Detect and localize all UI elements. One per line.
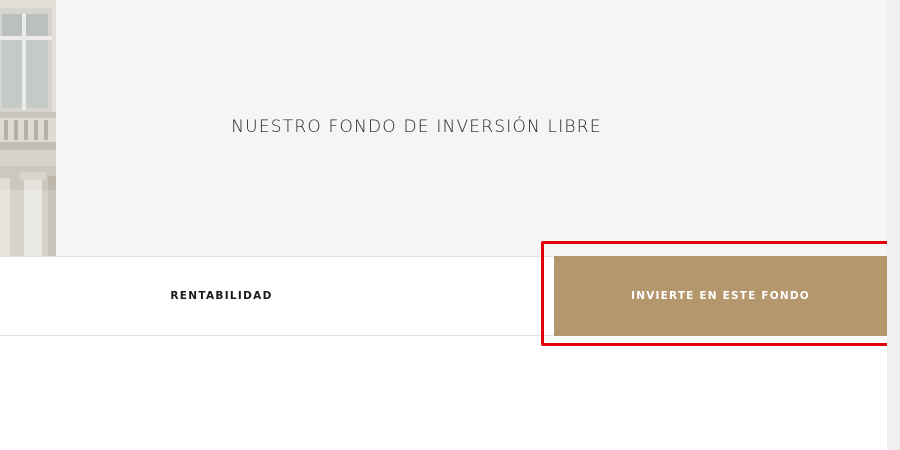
hero-title: NUESTRO FONDO DE INVERSIÓN LIBRE: [231, 117, 602, 137]
page-scrollbar[interactable]: [887, 0, 900, 450]
page: NUESTRO FONDO DE INVERSIÓN LIBRE RENTABI…: [0, 0, 900, 450]
hero-section: NUESTRO FONDO DE INVERSIÓN LIBRE: [56, 0, 887, 256]
tab-rentabilidad[interactable]: RENTABILIDAD: [0, 257, 443, 335]
building-photo: [0, 0, 56, 256]
invest-in-fund-button[interactable]: INVIERTE EN ESTE FONDO: [554, 256, 887, 336]
